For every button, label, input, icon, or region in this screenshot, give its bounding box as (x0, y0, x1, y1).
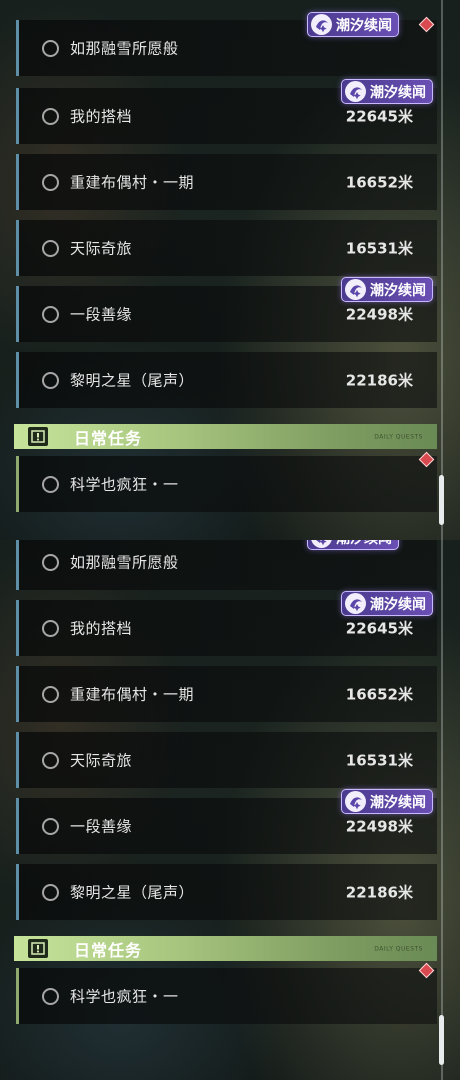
tidal-story-badge: 潮汐续闻 (341, 591, 433, 616)
quest-circle-icon (42, 306, 59, 323)
section-title: 日常任务 (74, 428, 143, 448)
tidal-story-logo-icon (345, 791, 366, 812)
quest-title: 一段善缘 (70, 817, 133, 836)
quest-list-panel-top: 如那融雪所愿般 潮汐续闻 我的搭档 22645米 潮汐续闻 重建布偶村・一期 1… (0, 0, 460, 540)
quest-circle-icon (42, 174, 59, 191)
tidal-story-badge: 潮汐续闻 (341, 277, 433, 302)
tidal-story-badge: 潮汐续闻 (307, 540, 399, 550)
quest-distance: 16652米 (345, 173, 413, 192)
tidal-story-badge: 潮汐续闻 (341, 789, 433, 814)
badge-label: 潮汐续闻 (370, 794, 426, 811)
quest-title: 一段善缘 (70, 305, 133, 324)
quest-distance: 22186米 (345, 371, 413, 390)
section-title: 日常任务 (74, 940, 143, 960)
quest-title: 我的搭档 (70, 107, 133, 126)
quest-title: 重建布偶村・一期 (70, 685, 195, 704)
quest-list-panel-bottom: 如那融雪所愿般 潮汐续闻 我的搭档 22645米 潮汐续闻 重建布偶村・一期 1… (0, 540, 460, 1080)
tidal-story-logo-icon (311, 14, 332, 35)
quest-row[interactable]: 重建布偶村・一期 16652米 (16, 666, 437, 722)
badge-label: 潮汐续闻 (370, 596, 426, 613)
quest-circle-icon (42, 40, 59, 57)
badge-label: 潮汐续闻 (336, 540, 392, 548)
tidal-story-badge: 潮汐续闻 (341, 79, 433, 104)
quest-title: 天际奇旅 (70, 751, 133, 770)
section-tag: DAILY QUESTS (374, 945, 423, 952)
quest-title: 如那融雪所愿般 (70, 553, 179, 572)
quest-row[interactable]: 黎明之星（尾声） 22186米 (16, 352, 437, 408)
quest-title: 重建布偶村・一期 (70, 173, 195, 192)
tidal-story-logo-icon (345, 279, 366, 300)
quest-title: 科学也疯狂・一 (70, 475, 179, 494)
quest-circle-icon (42, 818, 59, 835)
quest-circle-icon (42, 884, 59, 901)
quest-title: 科学也疯狂・一 (70, 987, 179, 1006)
quest-distance: 22498米 (345, 817, 413, 836)
daily-quests-header[interactable]: 日常任务 DAILY QUESTS (14, 936, 437, 961)
quest-title: 我的搭档 (70, 619, 133, 638)
quest-row[interactable]: 黎明之星（尾声） 22186米 (16, 864, 437, 920)
quest-circle-icon (42, 554, 59, 571)
scrollbar-track[interactable] (441, 0, 443, 540)
quest-row[interactable]: 天际奇旅 16531米 (16, 732, 437, 788)
quest-distance: 16652米 (345, 685, 413, 704)
quest-title: 黎明之星（尾声） (70, 371, 195, 390)
scrollbar-thumb[interactable] (439, 1015, 444, 1065)
daily-quest-row[interactable]: 科学也疯狂・一 (16, 968, 437, 1024)
quest-circle-icon (42, 620, 59, 637)
quest-distance: 22645米 (345, 107, 413, 126)
quest-distance: 22645米 (345, 619, 413, 638)
scrollbar-track[interactable] (441, 540, 443, 1080)
tidal-story-logo-icon (311, 540, 332, 548)
quest-title: 天际奇旅 (70, 239, 133, 258)
quest-circle-icon (42, 108, 59, 125)
quest-row[interactable]: 重建布偶村・一期 16652米 (16, 154, 437, 210)
quest-circle-icon (42, 686, 59, 703)
daily-quests-header[interactable]: 日常任务 DAILY QUESTS (14, 424, 437, 449)
quest-circle-icon (42, 752, 59, 769)
scrollbar-thumb[interactable] (439, 475, 444, 525)
quest-row[interactable]: 天际奇旅 16531米 (16, 220, 437, 276)
badge-label: 潮汐续闻 (370, 84, 426, 101)
quest-circle-icon (42, 240, 59, 257)
quest-distance: 16531米 (345, 751, 413, 770)
quest-distance: 22498米 (345, 305, 413, 324)
tidal-story-badge: 潮汐续闻 (307, 12, 399, 37)
quest-distance: 22186米 (345, 883, 413, 902)
quest-title: 黎明之星（尾声） (70, 883, 195, 902)
quest-title: 如那融雪所愿般 (70, 39, 179, 58)
badge-label: 潮汐续闻 (370, 282, 426, 299)
quest-circle-icon (42, 988, 59, 1005)
tidal-story-logo-icon (345, 81, 366, 102)
badge-label: 潮汐续闻 (336, 17, 392, 34)
quest-circle-icon (42, 372, 59, 389)
quest-circle-icon (42, 476, 59, 493)
daily-quest-row[interactable]: 科学也疯狂・一 (16, 456, 437, 512)
tidal-story-logo-icon (345, 593, 366, 614)
exclamation-icon (28, 939, 48, 958)
quest-distance: 16531米 (345, 239, 413, 258)
section-tag: DAILY QUESTS (374, 433, 423, 440)
exclamation-icon (28, 427, 48, 446)
